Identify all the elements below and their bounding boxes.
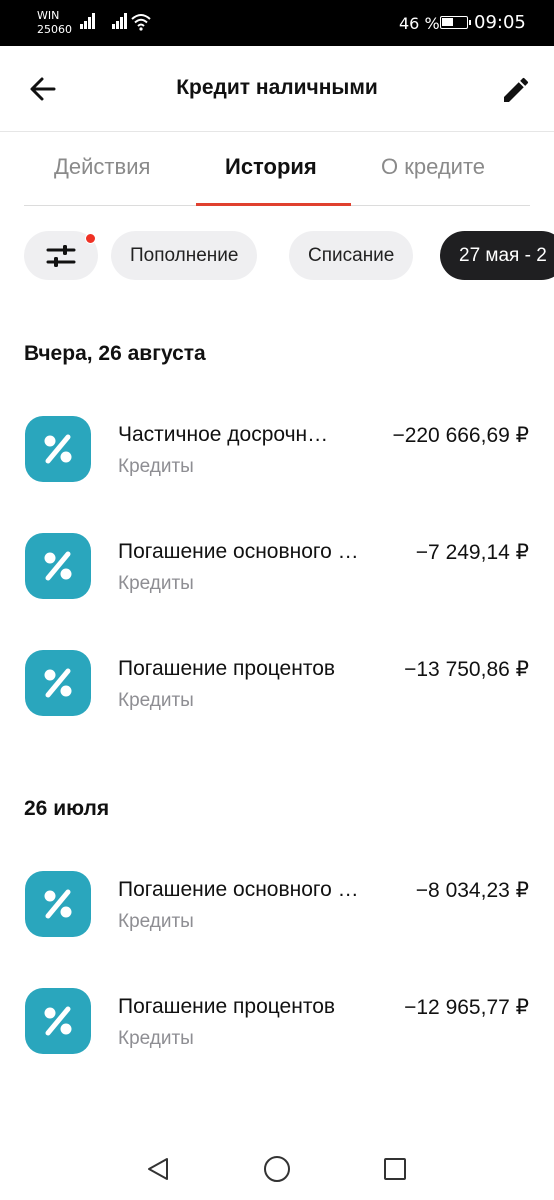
edit-button[interactable] bbox=[496, 70, 536, 110]
tab-about-credit[interactable]: О кредите bbox=[381, 154, 485, 180]
tab-history[interactable]: История bbox=[225, 154, 317, 180]
status-bar: WIN 25060 46 % 09:05 bbox=[0, 0, 554, 46]
percent-icon bbox=[25, 416, 91, 482]
wifi-icon bbox=[131, 14, 151, 31]
sliders-icon bbox=[46, 244, 76, 267]
section-title: 26 июля bbox=[24, 797, 110, 820]
chip-deposit[interactable]: Пополнение bbox=[111, 231, 258, 280]
pencil-icon bbox=[504, 77, 529, 102]
transaction-amount: −220 666,69 ₽ bbox=[392, 424, 529, 447]
transaction-row[interactable]: Погашение процентов Кредиты −13 750,86 ₽ bbox=[0, 650, 554, 734]
percent-icon bbox=[25, 871, 91, 937]
nav-back-button[interactable] bbox=[143, 1154, 173, 1184]
carrier-name: WIN bbox=[37, 9, 60, 22]
transaction-category: Кредиты bbox=[118, 573, 194, 594]
transaction-name: Погашение основного долга bbox=[118, 878, 368, 901]
signal-icon-2 bbox=[112, 13, 128, 29]
transaction-category: Кредиты bbox=[118, 456, 194, 477]
transaction-row[interactable]: Погашение основного долга Кредиты −8 034… bbox=[0, 871, 554, 955]
transaction-row[interactable]: Погашение процентов Кредиты −12 965,77 ₽ bbox=[0, 988, 554, 1072]
battery-percent: 46 % bbox=[399, 14, 440, 33]
transaction-name: Частичное досрочное погашение bbox=[118, 423, 336, 446]
percent-icon bbox=[25, 988, 91, 1054]
transaction-amount: −12 965,77 ₽ bbox=[404, 996, 529, 1019]
chip-date-range[interactable]: 27 мая - 2 bbox=[440, 231, 554, 280]
transaction-name: Погашение процентов bbox=[118, 657, 336, 680]
battery-icon bbox=[440, 16, 471, 29]
nav-home-button[interactable] bbox=[262, 1154, 292, 1184]
chip-withdrawal[interactable]: Списание bbox=[289, 231, 414, 280]
carrier-code: 25060 bbox=[37, 23, 72, 36]
filter-chips: Пополнение Списание 27 мая - 2 bbox=[0, 231, 554, 281]
transaction-row[interactable]: Частичное досрочное погашение Кредиты −2… bbox=[0, 416, 554, 500]
percent-icon bbox=[25, 533, 91, 599]
battery-level bbox=[442, 18, 453, 26]
active-tab-indicator bbox=[196, 203, 351, 206]
triangle-back-icon bbox=[148, 1158, 168, 1180]
nav-recents-button[interactable] bbox=[380, 1154, 410, 1184]
app-header: Кредит наличными bbox=[0, 46, 554, 132]
circle-home-icon bbox=[264, 1156, 290, 1182]
transaction-category: Кредиты bbox=[118, 1028, 194, 1049]
tab-actions[interactable]: Действия bbox=[54, 154, 150, 180]
system-nav-bar bbox=[0, 1136, 554, 1200]
filter-button[interactable] bbox=[24, 231, 98, 280]
transaction-category: Кредиты bbox=[118, 690, 194, 711]
transaction-name: Погашение процентов bbox=[118, 995, 336, 1018]
transaction-row[interactable]: Погашение основного долга Кредиты −7 249… bbox=[0, 533, 554, 617]
transaction-amount: −7 249,14 ₽ bbox=[415, 541, 529, 564]
transaction-name: Погашение основного долга bbox=[118, 540, 368, 563]
transaction-amount: −8 034,23 ₽ bbox=[415, 879, 529, 902]
percent-icon bbox=[25, 650, 91, 716]
signal-icon bbox=[80, 13, 96, 29]
transaction-amount: −13 750,86 ₽ bbox=[404, 658, 529, 681]
tab-bar: Действия История О кредите bbox=[24, 132, 530, 206]
carrier-label: WIN 25060 bbox=[37, 9, 72, 37]
clock: 09:05 bbox=[474, 12, 526, 33]
filter-active-dot bbox=[85, 233, 96, 244]
square-recents-icon bbox=[384, 1158, 406, 1180]
transaction-category: Кредиты bbox=[118, 911, 194, 932]
section-title: Вчера, 26 августа bbox=[24, 342, 206, 365]
page-title: Кредит наличными bbox=[176, 76, 378, 99]
